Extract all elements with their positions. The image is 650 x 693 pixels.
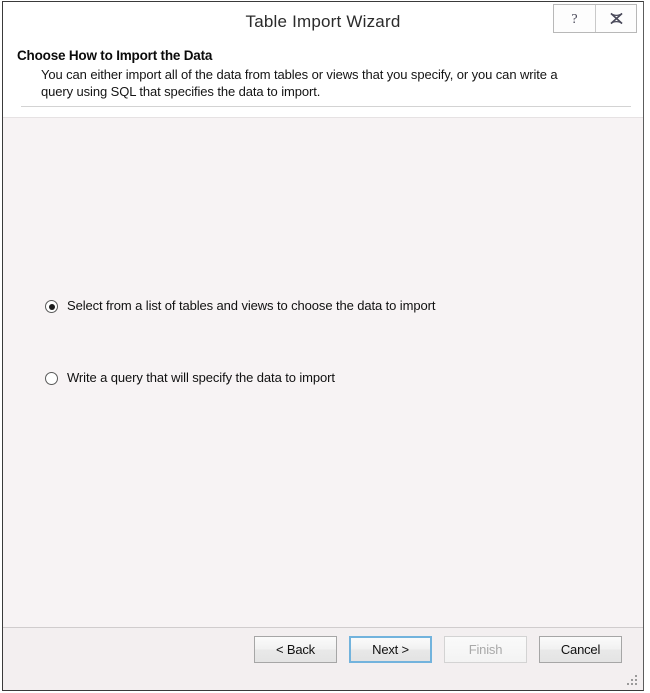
radio-button-write-query[interactable] bbox=[45, 372, 58, 385]
back-button[interactable]: < Back bbox=[254, 636, 337, 663]
table-import-wizard-dialog: Table Import Wizard ? Choose How to Impo… bbox=[2, 1, 644, 691]
radio-option-write-query[interactable]: Write a query that will specify the data… bbox=[45, 370, 335, 386]
question-mark-icon: ? bbox=[568, 11, 581, 26]
header-separator-wrap bbox=[3, 100, 643, 107]
header-separator bbox=[21, 106, 631, 107]
wizard-footer: < Back Next > Finish Cancel bbox=[3, 627, 643, 690]
screenshot-root: Table Import Wizard ? Choose How to Impo… bbox=[0, 0, 650, 693]
radio-button-select-from-list[interactable] bbox=[45, 300, 58, 313]
resize-grip-icon[interactable] bbox=[626, 674, 639, 687]
svg-text:?: ? bbox=[571, 12, 577, 26]
titlebar: Table Import Wizard ? bbox=[3, 2, 643, 42]
close-button[interactable] bbox=[595, 5, 636, 32]
wizard-header: Choose How to Import the Data You can ei… bbox=[3, 42, 643, 117]
page-description: You can either import all of the data fr… bbox=[41, 67, 558, 99]
dialog-title: Table Import Wizard bbox=[245, 12, 401, 31]
button-bar: < Back Next > Finish Cancel bbox=[254, 636, 622, 663]
titlebar-buttons: ? bbox=[553, 4, 637, 33]
next-button[interactable]: Next > bbox=[349, 636, 432, 663]
radio-option-select-from-list[interactable]: Select from a list of tables and views t… bbox=[45, 298, 435, 314]
page-title: Choose How to Import the Data bbox=[17, 48, 213, 63]
wizard-body: Select from a list of tables and views t… bbox=[3, 117, 643, 627]
cancel-button[interactable]: Cancel bbox=[539, 636, 622, 663]
radio-label-write-query: Write a query that will specify the data… bbox=[67, 370, 335, 385]
help-button[interactable]: ? bbox=[554, 5, 595, 32]
close-icon bbox=[609, 12, 624, 25]
radio-label-select-from-list: Select from a list of tables and views t… bbox=[67, 298, 436, 313]
finish-button: Finish bbox=[444, 636, 527, 663]
